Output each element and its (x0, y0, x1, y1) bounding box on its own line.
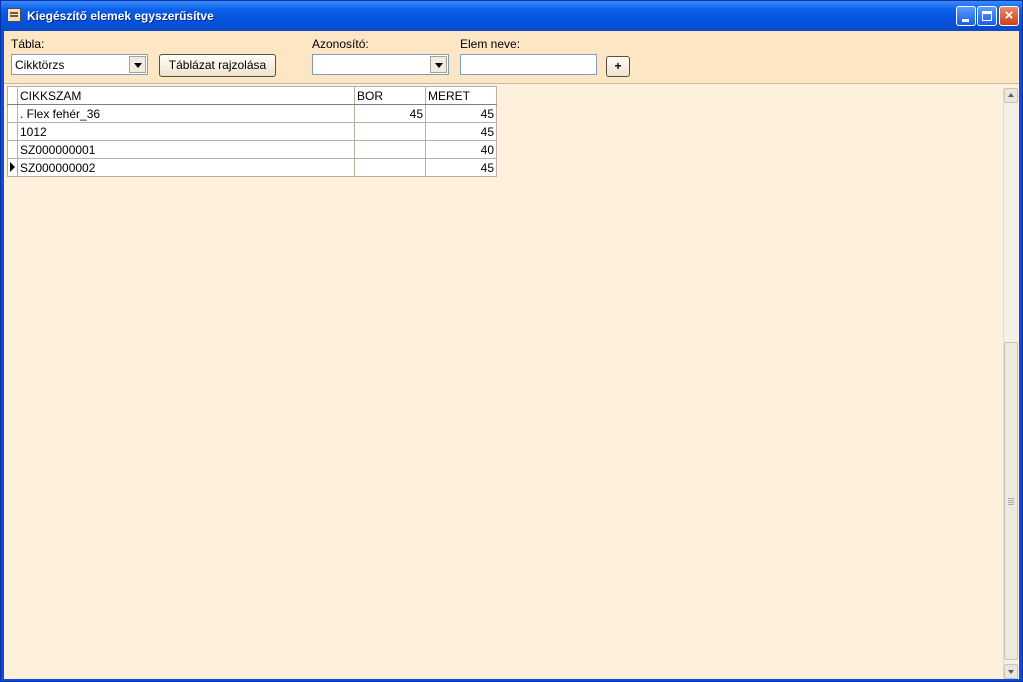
close-button[interactable]: × (999, 6, 1019, 26)
cell-bor[interactable] (354, 122, 426, 141)
table-row[interactable]: . Flex fehér_36 45 45 (7, 104, 497, 123)
main-window: Kiegészítő elemek egyszerűsítve × Tábla:… (0, 0, 1023, 682)
cell-meret[interactable]: 40 (425, 140, 497, 159)
table-row[interactable]: SZ000000001 40 (7, 140, 497, 159)
row-indicator[interactable] (7, 104, 18, 123)
name-input[interactable] (460, 54, 597, 75)
vertical-scrollbar[interactable] (1003, 88, 1018, 679)
window-title: Kiegészítő elemek egyszerűsítve (27, 9, 214, 23)
row-indicator[interactable] (7, 158, 18, 177)
app-icon[interactable] (7, 8, 21, 22)
title-bar[interactable]: Kiegészítő elemek egyszerűsítve × (1, 1, 1022, 31)
table-label: Tábla: (11, 37, 45, 51)
cell-meret[interactable]: 45 (425, 104, 497, 123)
table-row[interactable]: 1012 45 (7, 122, 497, 141)
cell-meret[interactable]: 45 (425, 122, 497, 141)
client-area: Tábla: Cikktörzs Táblázat rajzolása Azon… (4, 31, 1019, 679)
chevron-down-icon[interactable] (129, 56, 146, 73)
draw-table-button[interactable]: Táblázat rajzolása (159, 54, 276, 77)
row-indicator-header (7, 86, 18, 105)
minimize-button[interactable] (956, 6, 976, 26)
data-grid[interactable]: CIKKSZAM BOR MERET . Flex fehér_36 45 45… (7, 86, 497, 177)
column-header-cikkszam[interactable]: CIKKSZAM (17, 86, 355, 105)
cell-cikkszam[interactable]: . Flex fehér_36 (17, 104, 355, 123)
table-select[interactable]: Cikktörzs (11, 54, 148, 75)
current-row-arrow-icon (10, 161, 15, 172)
scroll-down-icon[interactable] (1004, 664, 1018, 679)
cell-bor[interactable] (354, 158, 426, 177)
cell-cikkszam[interactable]: SZ000000002 (17, 158, 355, 177)
add-button[interactable]: + (606, 56, 630, 77)
table-row[interactable]: SZ000000002 45 (7, 158, 497, 177)
filter-toolbar: Tábla: Cikktörzs Táblázat rajzolása Azon… (4, 31, 1019, 84)
table-select-value: Cikktörzs (15, 58, 65, 72)
row-indicator[interactable] (7, 122, 18, 141)
chevron-down-icon[interactable] (430, 56, 447, 73)
cell-cikkszam[interactable]: 1012 (17, 122, 355, 141)
grid-header-row: CIKKSZAM BOR MERET (7, 86, 497, 105)
name-label: Elem neve: (460, 37, 521, 51)
scroll-up-icon[interactable] (1004, 88, 1018, 103)
maximize-button[interactable] (977, 6, 997, 26)
cell-bor[interactable] (354, 140, 426, 159)
cell-bor[interactable]: 45 (354, 104, 426, 123)
scrollbar-thumb[interactable] (1004, 342, 1018, 660)
id-label: Azonosító: (312, 37, 369, 51)
grip-icon (1008, 498, 1014, 499)
column-header-bor[interactable]: BOR (354, 86, 426, 105)
cell-meret[interactable]: 45 (425, 158, 497, 177)
close-icon: × (1004, 7, 1014, 24)
column-header-meret[interactable]: MERET (425, 86, 497, 105)
cell-cikkszam[interactable]: SZ000000001 (17, 140, 355, 159)
row-indicator[interactable] (7, 140, 18, 159)
id-select[interactable] (312, 54, 449, 75)
